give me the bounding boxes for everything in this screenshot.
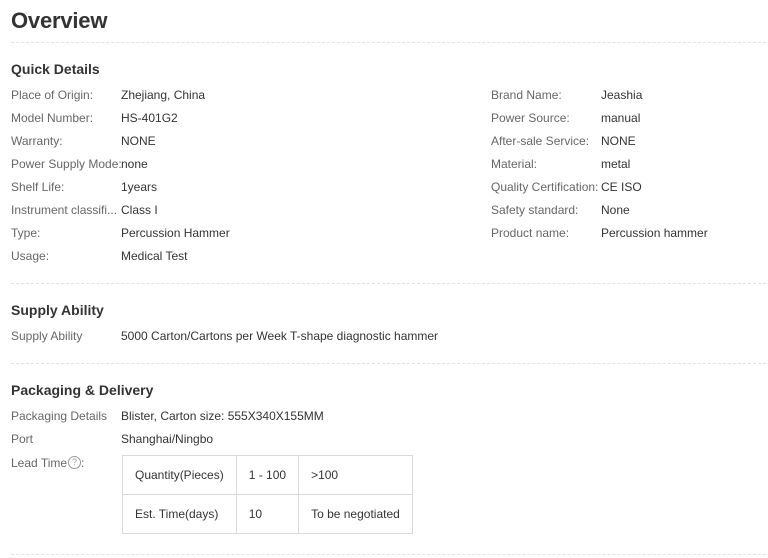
detail-value: Blister, Carton size: 555X340X155MM xyxy=(121,409,324,423)
page-title: Overview xyxy=(11,8,108,33)
detail-value: NONE xyxy=(601,134,636,148)
detail-label: Supply Ability xyxy=(11,329,83,343)
detail-row: Shelf Life: 1years xyxy=(11,179,481,195)
lead-time-label-suffix: : xyxy=(81,456,85,470)
detail-row: Safety standard: None xyxy=(491,202,761,218)
detail-row: Supply Ability 5000 Carton/Cartons per W… xyxy=(11,328,481,344)
detail-value: Medical Test xyxy=(121,249,188,263)
detail-row: Quality Certification: CE ISO xyxy=(491,179,761,195)
divider xyxy=(11,363,766,364)
detail-row: Place of Origin: Zhejiang, China xyxy=(11,87,481,103)
packaging-delivery-heading: Packaging & Delivery xyxy=(11,382,154,398)
detail-label: Product name: xyxy=(491,226,570,240)
detail-label: Brand Name: xyxy=(491,88,562,102)
table-cell: 1 - 100 xyxy=(235,455,300,495)
detail-label: Material: xyxy=(491,157,538,171)
quick-details-heading: Quick Details xyxy=(11,61,100,77)
detail-label: Shelf Life: xyxy=(11,180,65,194)
table-header-cell: Quantity(Pieces) xyxy=(122,455,237,495)
detail-label: Instrument classifi... xyxy=(11,203,118,217)
detail-value: none xyxy=(121,157,148,171)
detail-value: Shanghai/Ningbo xyxy=(121,432,214,446)
detail-value: Class I xyxy=(121,203,158,217)
detail-value: NONE xyxy=(121,134,156,148)
detail-value: 5000 Carton/Cartons per Week T-shape dia… xyxy=(121,329,439,343)
detail-row: Usage: Medical Test xyxy=(11,248,481,264)
detail-row: Model Number: HS-401G2 xyxy=(11,110,481,126)
detail-label: After-sale Service: xyxy=(491,134,590,148)
detail-value: Jeashia xyxy=(601,88,643,102)
detail-label: Warranty: xyxy=(11,134,63,148)
divider xyxy=(11,554,766,555)
table-header-cell: Est. Time(days) xyxy=(122,494,237,534)
detail-label: Safety standard: xyxy=(491,203,579,217)
table-cell: >100 xyxy=(298,455,413,495)
detail-row: Instrument classifi... Class I xyxy=(11,202,481,218)
detail-row: Product name: Percussion hammer xyxy=(491,225,761,241)
detail-label: Packaging Details xyxy=(11,409,108,423)
detail-row: Material: metal xyxy=(491,156,761,172)
detail-value: Percussion Hammer xyxy=(121,226,230,240)
detail-row: Power Supply Mode: none xyxy=(11,156,481,172)
supply-ability-heading: Supply Ability xyxy=(11,302,104,318)
detail-row: Type: Percussion Hammer xyxy=(11,225,481,241)
detail-label: Model Number: xyxy=(11,111,94,125)
detail-value: CE ISO xyxy=(601,180,642,194)
lead-time-label-text: Lead Time xyxy=(11,456,68,470)
detail-label: Type: xyxy=(11,226,41,240)
detail-label: Usage: xyxy=(11,249,50,263)
table-cell: To be negotiated xyxy=(298,494,413,534)
detail-value: None xyxy=(601,203,630,217)
detail-label: Place of Origin: xyxy=(11,88,94,102)
lead-time-label: Lead Time?: xyxy=(11,455,84,471)
detail-value: manual xyxy=(601,111,641,125)
detail-row: Packaging Details Blister, Carton size: … xyxy=(11,408,481,424)
detail-value: HS-401G2 xyxy=(121,111,178,125)
detail-row: After-sale Service: NONE xyxy=(491,133,761,149)
detail-value: 1years xyxy=(121,180,158,194)
detail-value: Percussion hammer xyxy=(601,226,708,240)
detail-label: Port xyxy=(11,432,34,446)
table-row: Est. Time(days) 10 To be negotiated xyxy=(122,494,413,534)
product-overview-page: Overview Quick Details Place of Origin: … xyxy=(0,0,768,558)
divider xyxy=(11,42,766,43)
detail-value: metal xyxy=(601,157,631,171)
detail-row: Power Source: manual xyxy=(491,110,761,126)
lead-time-table: Quantity(Pieces) 1 - 100 >100 Est. Time(… xyxy=(122,455,413,534)
table-cell: 10 xyxy=(235,494,300,534)
detail-label: Quality Certification: xyxy=(491,180,599,194)
help-icon[interactable]: ? xyxy=(68,456,82,470)
detail-row: Brand Name: Jeashia xyxy=(491,87,761,103)
divider xyxy=(11,283,766,284)
detail-row: Port Shanghai/Ningbo xyxy=(11,431,481,447)
detail-label: Power Source: xyxy=(491,111,570,125)
detail-value: Zhejiang, China xyxy=(121,88,206,102)
detail-label: Power Supply Mode: xyxy=(11,157,122,171)
table-row: Quantity(Pieces) 1 - 100 >100 xyxy=(122,455,413,495)
detail-row: Warranty: NONE xyxy=(11,133,481,149)
